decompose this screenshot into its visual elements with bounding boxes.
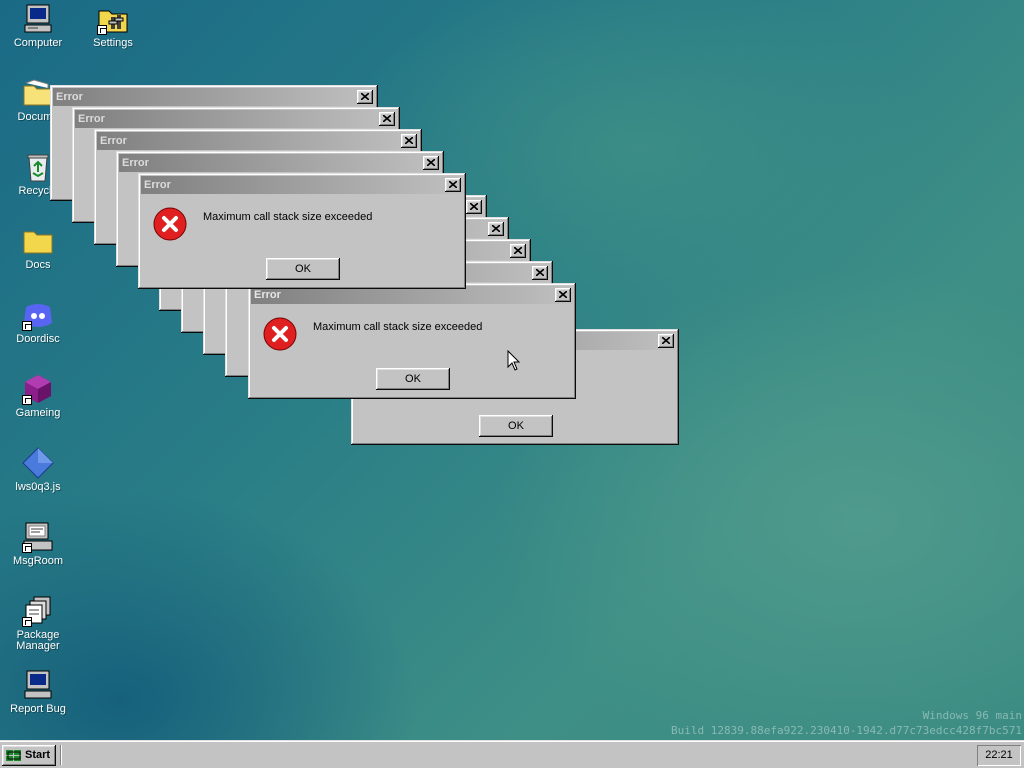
shortcut-arrow-icon xyxy=(22,543,32,553)
dialog-titlebar[interactable]: Error xyxy=(75,110,397,128)
desktop-icon-package-manager[interactable]: Package Manager xyxy=(1,595,75,652)
taskbar-separator xyxy=(60,745,62,765)
error-dialog: Error Maximum call stack size exceeded O… xyxy=(248,283,576,399)
report-bug-icon xyxy=(22,669,54,701)
desktop-icon-label: Computer xyxy=(13,37,63,49)
shortcut-arrow-icon xyxy=(22,617,32,627)
dialog-title: Error xyxy=(122,157,149,169)
error-message: Maximum call stack size exceeded xyxy=(203,211,373,223)
close-button[interactable] xyxy=(357,90,373,104)
desktop-icon-label: Report Bug xyxy=(10,703,66,715)
start-button[interactable]: Start xyxy=(2,745,56,766)
dialog-title: Error xyxy=(56,91,83,103)
close-button[interactable] xyxy=(401,134,417,148)
ok-button[interactable]: OK xyxy=(479,415,553,437)
close-button[interactable] xyxy=(379,112,395,126)
error-message: Maximum call stack size exceeded xyxy=(313,321,483,333)
desktop-icon-report-bug[interactable]: Report Bug xyxy=(1,669,75,715)
build-watermark: Windows 96 main Build 12839.88efa922.230… xyxy=(671,708,1022,738)
dialog-title: Error xyxy=(254,289,281,301)
settings-icon xyxy=(97,3,129,35)
computer-icon xyxy=(22,3,54,35)
folder-icon xyxy=(22,225,54,257)
dialog-title: Error xyxy=(100,135,127,147)
doordisc-icon xyxy=(22,299,54,331)
dialog-title: Error xyxy=(144,179,171,191)
system-tray-clock[interactable]: 22:21 xyxy=(977,745,1021,766)
desktop-icon-label: Docs xyxy=(25,259,51,271)
close-icon xyxy=(427,159,435,166)
taskbar: Start 22:21 xyxy=(0,740,1024,768)
dialog-titlebar[interactable]: Error xyxy=(53,88,375,106)
desktop-icon-label: Doordisc xyxy=(16,333,60,345)
desktop-icon-settings[interactable]: Settings xyxy=(76,3,150,49)
close-button[interactable] xyxy=(445,178,461,192)
close-icon xyxy=(559,291,567,298)
close-button[interactable] xyxy=(658,334,674,348)
close-button[interactable] xyxy=(555,288,571,302)
desktop-icon-lws0q3[interactable]: lws0q3.js xyxy=(1,447,75,493)
shortcut-arrow-icon xyxy=(22,321,32,331)
watermark-line-1: Windows 96 main xyxy=(922,709,1022,722)
close-icon xyxy=(470,203,478,210)
error-icon xyxy=(263,317,297,351)
desktop-icon-msgroom[interactable]: MsgRoom xyxy=(1,521,75,567)
dialog-titlebar[interactable]: Error xyxy=(119,154,441,172)
close-button[interactable] xyxy=(423,156,439,170)
close-icon xyxy=(536,269,544,276)
close-button[interactable] xyxy=(488,222,504,236)
dialog-title: Error xyxy=(78,113,105,125)
close-icon xyxy=(361,93,369,100)
close-button[interactable] xyxy=(532,266,548,280)
desktop-icon-label: Package Manager xyxy=(16,629,60,652)
dialog-titlebar[interactable]: Error xyxy=(97,132,419,150)
shortcut-arrow-icon xyxy=(97,25,107,35)
dialog-titlebar[interactable]: Error xyxy=(141,176,463,194)
msgroom-icon xyxy=(22,521,54,553)
desktop-icon-label: Gameing xyxy=(15,407,61,419)
mouse-cursor-icon xyxy=(507,350,521,371)
ok-button[interactable]: OK xyxy=(266,258,340,280)
close-icon xyxy=(514,247,522,254)
desktop-icon-gameing[interactable]: Gameing xyxy=(1,373,75,419)
start-label: Start xyxy=(25,749,51,761)
close-icon xyxy=(405,137,413,144)
close-icon xyxy=(383,115,391,122)
desktop-icon-label: MsgRoom xyxy=(12,555,64,567)
watermark-line-2: Build 12839.88efa922.230410-1942.d77c73e… xyxy=(671,724,1022,737)
desktop-icon-doordisc[interactable]: Doordisc xyxy=(1,299,75,345)
desktop-icon-computer[interactable]: Computer xyxy=(1,3,75,49)
close-icon xyxy=(662,337,670,344)
shortcut-arrow-icon xyxy=(22,395,32,405)
gameing-icon xyxy=(22,373,54,405)
desktop-icon-label: Settings xyxy=(93,37,133,49)
desktop-icon-docs[interactable]: Docs xyxy=(1,225,75,271)
ok-button[interactable]: OK xyxy=(376,368,450,390)
error-icon xyxy=(153,207,187,241)
clock-time: 22:21 xyxy=(985,749,1013,761)
close-button[interactable] xyxy=(466,200,482,214)
close-icon xyxy=(449,181,457,188)
js-diamond-icon xyxy=(22,447,54,479)
desktop-icon-label: lws0q3.js xyxy=(15,481,61,493)
error-dialog: Error Maximum call stack size exceeded O… xyxy=(138,173,466,289)
close-button[interactable] xyxy=(510,244,526,258)
close-icon xyxy=(492,225,500,232)
start-logo-icon xyxy=(6,750,21,761)
package-manager-icon xyxy=(22,595,54,627)
